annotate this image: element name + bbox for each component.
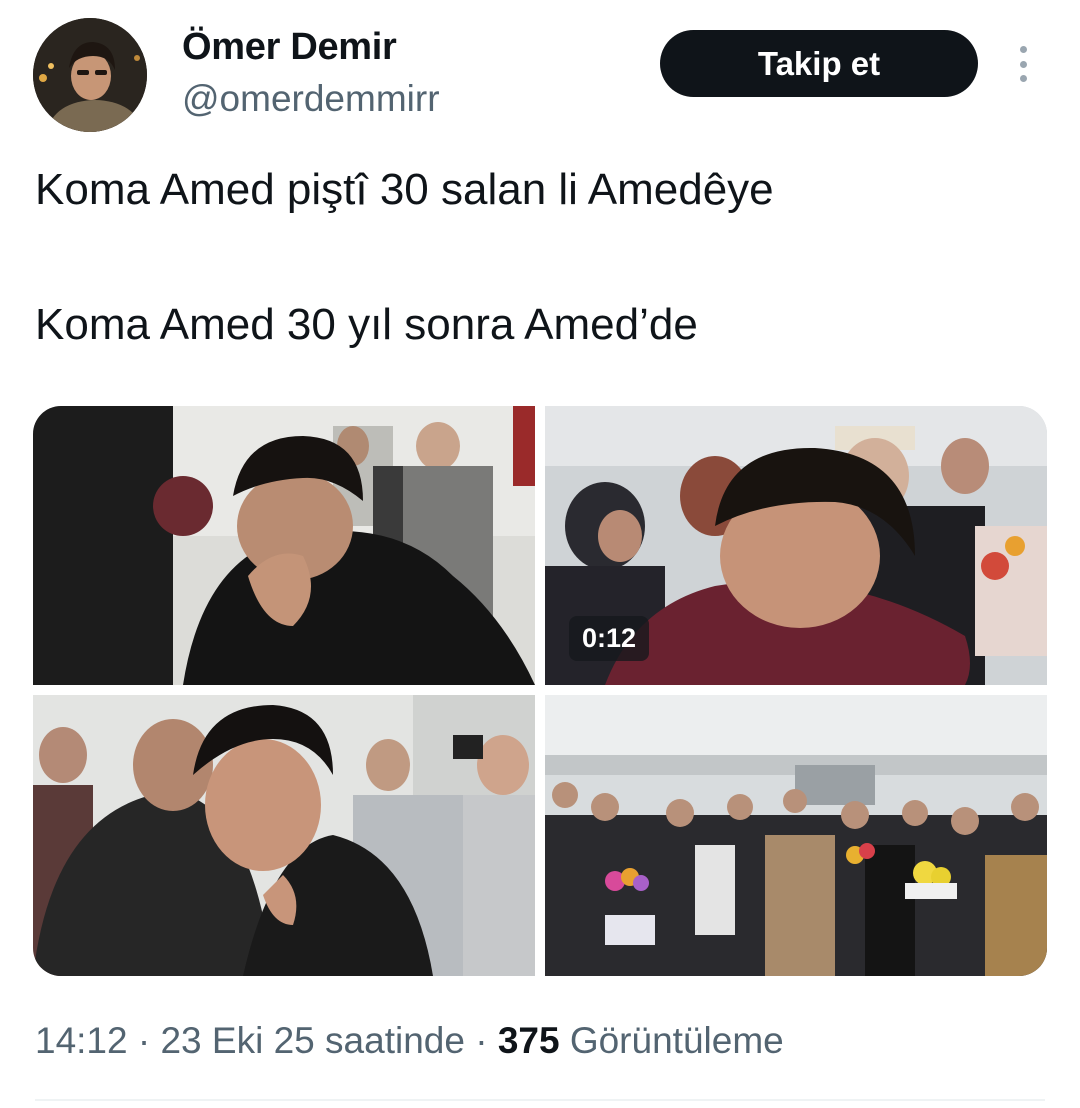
photo-embrace — [33, 695, 535, 976]
photo-group — [545, 695, 1047, 976]
dot — [1019, 75, 1027, 82]
meta-separator: · — [464, 1020, 498, 1061]
tweet-text-line: Koma Amed piştî 30 salan li Amedêye — [35, 165, 774, 214]
user-handle[interactable]: @omerdemmirr — [182, 78, 440, 120]
avatar-photo — [33, 18, 147, 132]
tweet-time[interactable]: 14:12 — [35, 1020, 128, 1061]
views-label: Görüntüleme — [569, 1020, 784, 1061]
tweet-date[interactable]: 23 Eki 25 saatinde — [160, 1020, 464, 1061]
video-thumbnail[interactable]: 0:12 — [545, 406, 1047, 685]
media-grid: 0:12 — [33, 406, 1047, 976]
photo-3[interactable] — [33, 695, 535, 976]
views-count: 375 — [497, 1020, 560, 1061]
tweet: Ömer Demir @omerdemmirr Takip et Koma Am… — [0, 0, 1080, 1108]
tweet-meta: 14:12 · 23 Eki 25 saatinde · 375 Görüntü… — [35, 1020, 784, 1062]
tweet-text-line: Koma Amed 30 yıl sonra Amed’de — [35, 300, 698, 349]
display-name[interactable]: Ömer Demir — [182, 26, 397, 69]
avatar[interactable] — [33, 18, 147, 132]
video-duration-badge: 0:12 — [569, 616, 650, 661]
more-options-icon[interactable] — [1008, 42, 1038, 86]
dot — [1019, 60, 1027, 68]
photo-1[interactable] — [33, 406, 535, 685]
photo-man-crying — [33, 406, 535, 685]
divider — [35, 1099, 1045, 1101]
photo-4[interactable] — [545, 695, 1047, 976]
dot — [1019, 46, 1027, 53]
follow-button[interactable]: Takip et — [660, 30, 978, 97]
meta-separator: · — [127, 1020, 161, 1061]
